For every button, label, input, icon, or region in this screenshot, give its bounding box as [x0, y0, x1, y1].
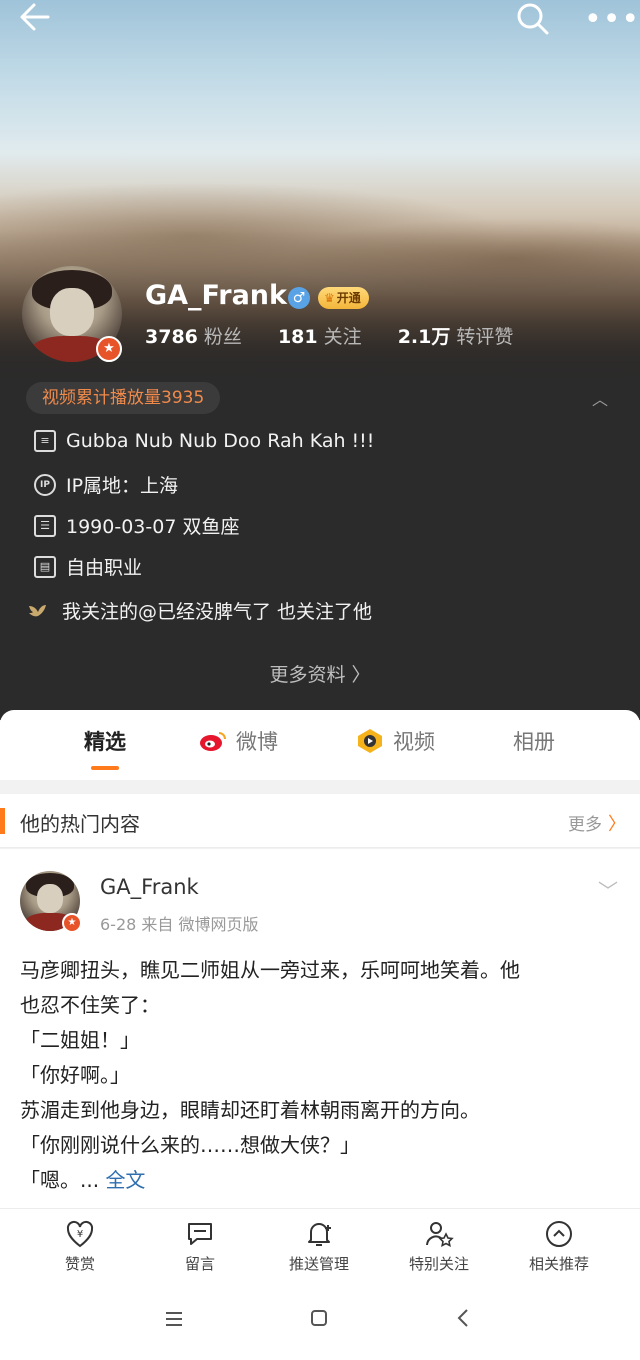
male-icon: ♂ — [288, 287, 310, 309]
hot-content-title: 他的热门内容 — [20, 812, 140, 836]
hot-more-link[interactable]: 更多〉 — [568, 810, 626, 836]
back-arrow-icon[interactable] — [18, 0, 52, 43]
mutual-follow-row[interactable]: 我关注的@已经没脾气了 也关注了他 — [26, 597, 372, 624]
ip-row: IP IP属地：上海 — [34, 471, 178, 498]
special-follow-button[interactable]: 特别关注 — [379, 1219, 499, 1274]
job-text: 自由职业 — [66, 557, 143, 579]
following-stat[interactable]: 181 关注 — [278, 326, 392, 348]
tab-video[interactable]: 视频 — [355, 726, 435, 756]
post-meta: 6-28 来自 微博网页版 — [100, 915, 259, 934]
post-author-name[interactable]: GA_Frank — [100, 875, 199, 899]
active-tab-indicator — [91, 766, 119, 770]
menu-icon[interactable] — [164, 1308, 184, 1332]
likes-stat[interactable]: 2.1万 转评赞 — [398, 326, 544, 348]
video-play-icon — [358, 729, 382, 753]
svg-text:¥: ¥ — [77, 1229, 83, 1240]
full-text-link[interactable]: 全文 — [105, 1168, 145, 1192]
profile-username: GA_Frank — [145, 280, 287, 311]
post-card[interactable]: ★ GA_Frank 6-28 来自 微博网页版 ﹀ 马彦卿扭头，瞧见二师姐从一… — [0, 849, 640, 1209]
search-icon[interactable] — [516, 2, 550, 36]
tab-featured[interactable]: 精选 — [84, 726, 126, 756]
chevron-down-icon[interactable]: ﹀ — [598, 875, 618, 904]
followers-stat[interactable]: 3786 粉丝 — [145, 326, 272, 348]
more-profile-link[interactable]: 更多资料 〉 — [0, 660, 640, 687]
birthday-text: 1990-03-07 双鱼座 — [66, 516, 240, 538]
more-options-icon[interactable]: ••• — [584, 0, 640, 40]
hot-content-header: 他的热门内容 更多〉 — [0, 794, 640, 848]
profile-stats: 3786 粉丝 181 关注 2.1万 转评赞 — [145, 322, 543, 349]
post-line-last: 「嗯。... 全文 — [20, 1168, 146, 1192]
bird-icon — [29, 604, 46, 616]
post-line: 苏湄走到他身边，眼睛却还盯着林朝雨离开的方向。 — [20, 1098, 480, 1122]
post-body: 马彦卿扭头，瞧见二师姐从一旁过来，乐呵呵地笑着。他 也忍不住笑了： 「二姐姐！」… — [20, 953, 620, 1198]
bio-text: Gubba Nub Nub Doo Rah Kah !!! — [66, 430, 375, 452]
chevron-right-icon: 〉 — [608, 814, 626, 835]
star-badge-icon: ★ — [96, 336, 122, 362]
section-accent-bar — [0, 808, 5, 834]
circle-up-icon — [546, 1221, 572, 1247]
post-line: 马彦卿扭头，瞧见二师姐从一旁过来，乐呵呵地笑着。他 — [20, 958, 520, 982]
push-settings-button[interactable]: 推送管理 — [259, 1219, 379, 1274]
weibo-logo-icon — [200, 732, 226, 751]
user-star-icon — [426, 1222, 454, 1247]
building-icon: ▤ — [34, 555, 56, 578]
tab-weibo[interactable]: 微博 — [198, 726, 278, 756]
calendar-icon: ☰ — [34, 514, 56, 537]
post-line: 「二姐姐！」 — [20, 1028, 140, 1052]
collapse-chevron-icon[interactable]: ︿ — [592, 386, 608, 410]
job-row: ▤ 自由职业 — [34, 553, 142, 580]
post-line: 「你刚刚说什么来的……想做大侠？」 — [20, 1133, 360, 1157]
tab-album[interactable]: 相册 — [513, 726, 555, 756]
document-icon: ≡ — [34, 430, 56, 452]
system-nav-bar — [0, 1286, 640, 1360]
ip-text: IP属地：上海 — [66, 475, 179, 497]
message-button[interactable]: 留言 — [140, 1219, 260, 1274]
post-line: 「你好啊。」 — [20, 1063, 130, 1087]
vip-open-button[interactable]: ♛ 开通 — [318, 287, 369, 309]
star-badge-icon: ★ — [62, 913, 82, 933]
ip-location-icon: IP — [34, 473, 56, 496]
crown-icon: ♛ — [324, 291, 335, 305]
home-square-icon[interactable] — [310, 1308, 328, 1332]
heart-yen-icon: ¥ — [66, 1220, 94, 1248]
related-recommend-button[interactable]: 相关推荐 — [499, 1219, 619, 1274]
chat-icon — [188, 1223, 212, 1245]
back-triangle-icon[interactable] — [456, 1308, 470, 1333]
reward-button[interactable]: ¥ 赞赏 — [20, 1219, 140, 1274]
profile-action-bar: ¥ 赞赏 留言 推送管理 特别关注 相关推荐 — [0, 1208, 640, 1286]
birthday-row: ☰ 1990-03-07 双鱼座 — [34, 512, 239, 539]
mutual-follow-text: 我关注的@已经没脾气了 也关注了他 — [62, 601, 373, 623]
video-plays-badge[interactable]: 视频累计播放量3935 — [26, 382, 221, 414]
bell-icon — [308, 1223, 331, 1246]
post-line: 也忍不住笑了： — [20, 993, 160, 1017]
bio-row: ≡ Gubba Nub Nub Doo Rah Kah !!! — [34, 430, 374, 452]
